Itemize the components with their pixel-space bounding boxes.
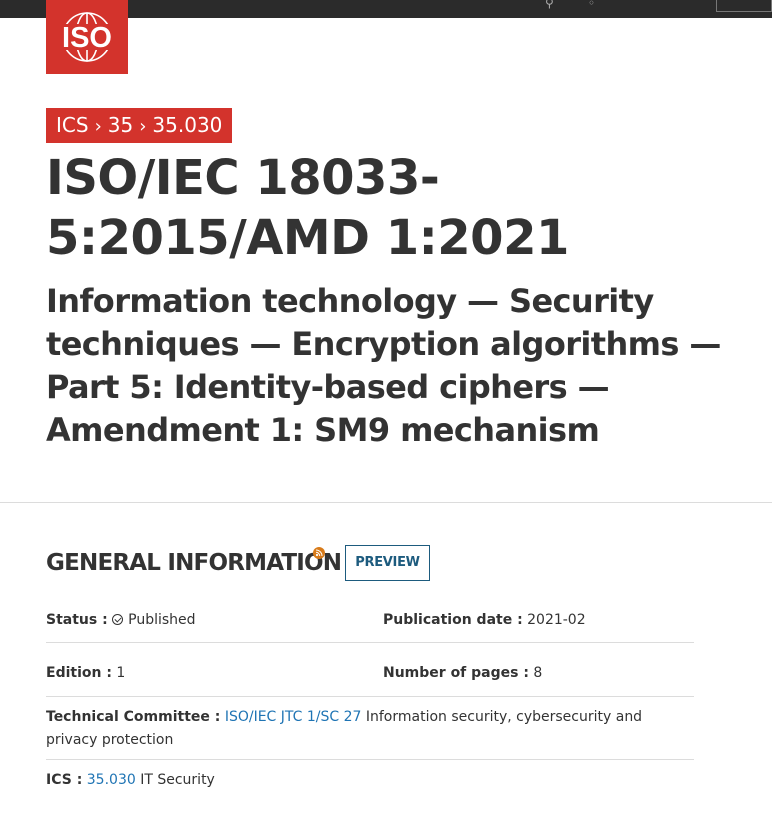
- edition-field: Edition : 1: [46, 665, 125, 681]
- info-row-edition: Edition : 1 Number of pages : 8: [46, 665, 694, 697]
- info-row-ics: ICS : 35.030 IT Security: [46, 772, 694, 802]
- standard-subtitle: Information technology — Security techni…: [46, 282, 721, 449]
- ics-link[interactable]: 35.030: [87, 772, 136, 788]
- iso-logo[interactable]: ISO: [46, 0, 128, 74]
- menu-button[interactable]: [716, 0, 772, 12]
- logo-text: ISO: [62, 22, 112, 54]
- publication-date-field: Publication date : 2021-02: [383, 612, 586, 628]
- info-row-status: Status : Published Publication date : 20…: [46, 612, 694, 643]
- pages-label: Number of pages :: [383, 665, 529, 681]
- info-row-committee: Technical Committee : ISO/IEC JTC 1/SC 2…: [46, 706, 694, 760]
- breadcrumb: ICS › 35 › 35.030: [46, 108, 233, 143]
- committee-link[interactable]: ISO/IEC JTC 1/SC 27: [225, 709, 362, 725]
- publication-date-value: 2021-02: [527, 612, 586, 628]
- search-icon[interactable]: ⚲: [545, 0, 554, 9]
- standard-title: ISO/IEC 18033-5:2015/AMD 1:2021: [46, 150, 569, 266]
- preview-button[interactable]: PREVIEW: [345, 545, 430, 581]
- breadcrumb-separator-icon: ›: [139, 116, 147, 137]
- breadcrumb-separator-icon: ›: [94, 116, 102, 137]
- section-divider: [0, 502, 772, 503]
- edition-value: 1: [116, 665, 126, 681]
- pages-field: Number of pages : 8: [383, 665, 542, 681]
- check-circle-icon: [112, 614, 124, 625]
- section-heading: GENERAL INFORMATION: [46, 550, 342, 576]
- edition-label: Edition :: [46, 665, 112, 681]
- ics-description: IT Security: [140, 772, 215, 788]
- ics-label: ICS :: [46, 772, 83, 788]
- rss-icon[interactable]: [313, 547, 325, 559]
- status-value: Published: [128, 612, 196, 628]
- breadcrumb-item-35030[interactable]: 35.030: [152, 108, 222, 143]
- breadcrumb-item-ics[interactable]: ICS: [56, 108, 89, 143]
- publication-date-label: Publication date :: [383, 612, 523, 628]
- pages-value: 8: [533, 665, 543, 681]
- language-icon[interactable]: ◦: [588, 0, 595, 9]
- status-field: Status : Published: [46, 612, 196, 628]
- iso-globe-icon: ISO: [52, 12, 122, 62]
- breadcrumb-item-35[interactable]: 35: [108, 108, 133, 143]
- committee-label: Technical Committee :: [46, 709, 221, 725]
- status-label: Status :: [46, 612, 108, 628]
